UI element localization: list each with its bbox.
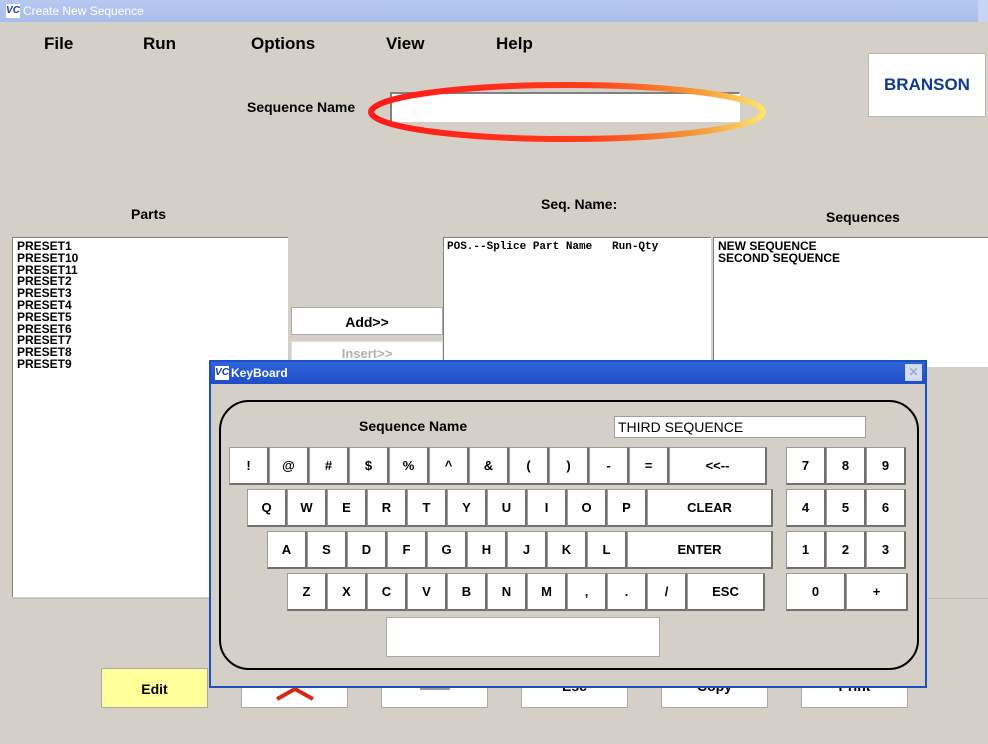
key-char[interactable]: M — [527, 573, 567, 611]
key-char[interactable]: D — [347, 531, 387, 569]
key-char[interactable]: U — [487, 489, 527, 527]
numpad-key[interactable]: 4 — [786, 489, 826, 527]
key-char[interactable]: & — [469, 447, 509, 485]
key-char[interactable]: B — [447, 573, 487, 611]
window-title: Create New Sequence — [23, 4, 144, 18]
key-char[interactable]: O — [567, 489, 607, 527]
key-clear[interactable]: CLEAR — [647, 489, 773, 527]
menu-options[interactable]: Options — [251, 34, 315, 54]
key-char[interactable]: $ — [349, 447, 389, 485]
key-char[interactable]: J — [507, 531, 547, 569]
key-char[interactable]: / — [647, 573, 687, 611]
key-char[interactable]: P — [607, 489, 647, 527]
seq-name-header: Seq. Name: — [541, 196, 618, 212]
numpad-key[interactable]: 3 — [866, 531, 906, 569]
key-char[interactable]: T — [407, 489, 447, 527]
numpad-key[interactable]: 5 — [826, 489, 866, 527]
menu-run[interactable]: Run — [143, 34, 176, 54]
parts-header: Parts — [131, 206, 167, 222]
numpad-key[interactable]: 9 — [866, 447, 906, 485]
key-char[interactable]: K — [547, 531, 587, 569]
key-char[interactable]: ( — [509, 447, 549, 485]
key-char[interactable]: A — [267, 531, 307, 569]
key-char[interactable]: ! — [229, 447, 269, 485]
key-char[interactable]: N — [487, 573, 527, 611]
numpad-key[interactable]: 0 — [786, 573, 846, 611]
key-char[interactable]: R — [367, 489, 407, 527]
sequences-header: Sequences — [826, 209, 900, 225]
add-button[interactable]: Add>> — [291, 307, 443, 335]
key-char[interactable]: G — [427, 531, 467, 569]
key-char[interactable]: I — [527, 489, 567, 527]
key-char[interactable]: ^ — [429, 447, 469, 485]
key-char[interactable]: = — [629, 447, 669, 485]
key-backspace[interactable]: <<-- — [669, 447, 767, 485]
numpad-key[interactable]: 7 — [786, 447, 826, 485]
key-char[interactable]: C — [367, 573, 407, 611]
numpad-key[interactable]: 6 — [866, 489, 906, 527]
left-arrow-icon — [420, 687, 450, 690]
insert-button[interactable]: Insert>> — [291, 341, 443, 361]
numpad-key[interactable]: 2 — [826, 531, 866, 569]
sequences-list[interactable]: NEW SEQUENCE SECOND SEQUENCE — [713, 237, 988, 367]
keyboard-field-label: Sequence Name — [359, 418, 468, 434]
space-key[interactable] — [386, 617, 660, 657]
key-char[interactable]: X — [327, 573, 367, 611]
key-char[interactable]: Z — [287, 573, 327, 611]
keyboard-title: KeyBoard — [231, 366, 288, 380]
numpad-key[interactable]: + — [846, 573, 908, 611]
key-char[interactable]: , — [567, 573, 607, 611]
keyboard-dialog: VC KeyBoard ✕ Sequence Name THIRD SEQUEN… — [209, 360, 927, 688]
edit-button[interactable]: Edit — [101, 668, 208, 708]
key-char[interactable]: - — [589, 447, 629, 485]
key-char[interactable]: Y — [447, 489, 487, 527]
app-vc-icon: VC — [6, 4, 20, 18]
key-esc[interactable]: ESC — [687, 573, 765, 611]
close-icon[interactable]: ✕ — [905, 364, 922, 381]
app-vc-icon: VC — [215, 366, 229, 380]
menu-help[interactable]: Help — [496, 34, 533, 54]
branson-logo: BRANSON — [868, 53, 986, 117]
numpad-key[interactable]: 8 — [826, 447, 866, 485]
key-char[interactable]: % — [389, 447, 429, 485]
keyboard-input[interactable]: THIRD SEQUENCE — [614, 416, 866, 438]
highlight-ring — [368, 82, 766, 142]
list-item[interactable]: SECOND SEQUENCE — [718, 252, 984, 265]
menu-file[interactable]: File — [44, 34, 73, 54]
sequence-columns-header: POS.--Splice Part Name Run-Qty — [447, 241, 659, 253]
close-icon[interactable] — [978, 0, 988, 22]
key-char[interactable]: ) — [549, 447, 589, 485]
up-arrow-icon — [276, 687, 314, 701]
sequence-name-label: Sequence Name — [247, 99, 356, 115]
main-titlebar: VC Create New Sequence — [0, 0, 988, 22]
key-char[interactable]: @ — [269, 447, 309, 485]
key-char[interactable]: Q — [247, 489, 287, 527]
numpad-key[interactable]: 1 — [786, 531, 826, 569]
key-char[interactable]: H — [467, 531, 507, 569]
key-char[interactable]: E — [327, 489, 367, 527]
key-char[interactable]: F — [387, 531, 427, 569]
key-char[interactable]: # — [309, 447, 349, 485]
key-char[interactable]: . — [607, 573, 647, 611]
menu-view[interactable]: View — [386, 34, 424, 54]
key-char[interactable]: S — [307, 531, 347, 569]
sequence-parts-list[interactable]: POS.--Splice Part Name Run-Qty — [443, 237, 711, 367]
keyboard-titlebar: VC KeyBoard ✕ — [211, 362, 925, 384]
key-char[interactable]: L — [587, 531, 627, 569]
key-char[interactable]: V — [407, 573, 447, 611]
key-enter[interactable]: ENTER — [627, 531, 773, 569]
key-char[interactable]: W — [287, 489, 327, 527]
